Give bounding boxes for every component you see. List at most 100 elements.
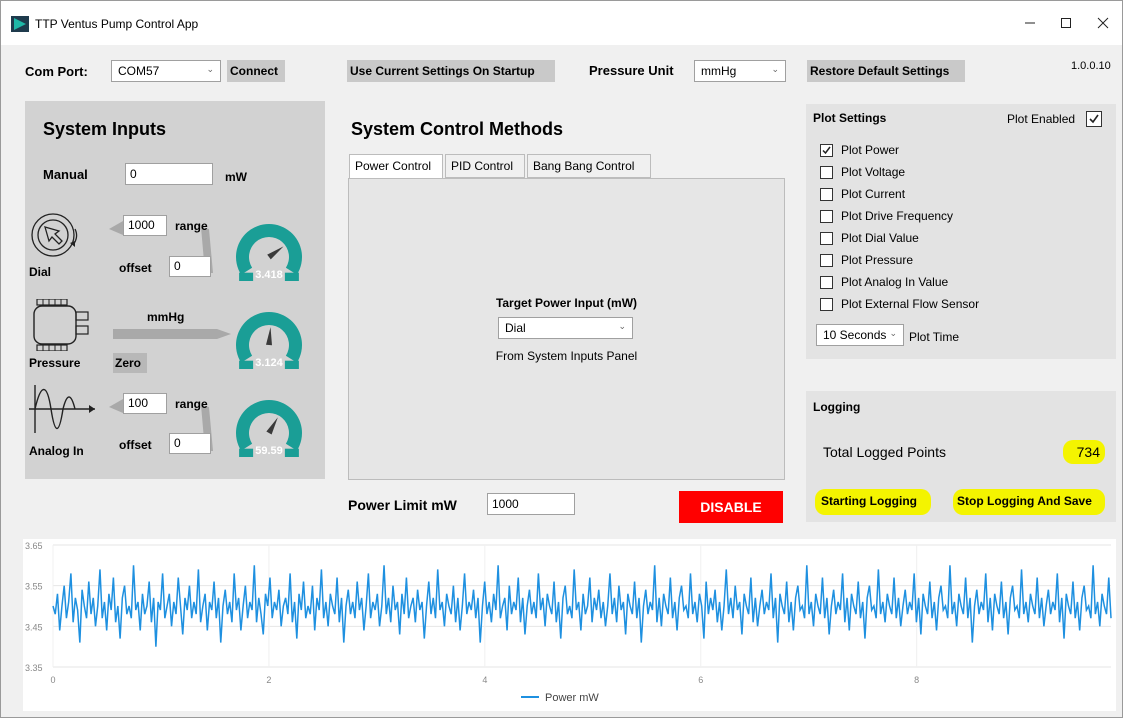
total-logged-value: 734 <box>1063 440 1105 464</box>
y-tick-label: 3.45 <box>25 622 43 632</box>
restore-default-settings-button[interactable]: Restore Default Settings <box>807 60 965 82</box>
y-tick-label: 3.35 <box>25 663 43 673</box>
check-icon <box>1089 114 1099 124</box>
plot-option-checkbox[interactable] <box>820 166 833 179</box>
plot-settings-title: Plot Settings <box>813 111 887 125</box>
connect-button[interactable]: Connect <box>227 60 285 82</box>
window-title: TTP Ventus Pump Control App <box>35 17 199 31</box>
analog-gauge-value: 59.59 <box>255 445 283 457</box>
plot-option-label: Plot Drive Frequency <box>841 209 954 223</box>
power-limit-input[interactable]: 1000 <box>487 493 575 515</box>
plot-option-label: Plot Pressure <box>841 253 914 267</box>
x-tick-label: 6 <box>698 675 703 685</box>
dial-range-input[interactable]: 1000 <box>123 215 167 236</box>
pressure-gauge-value: 3.124 <box>255 357 283 369</box>
dial-label: Dial <box>29 265 52 279</box>
target-source-text: From System Inputs Panel <box>495 349 638 363</box>
pressure-arrow-shape <box>113 329 231 339</box>
dial-range-label: range <box>175 219 208 233</box>
manual-unit-label: mW <box>225 170 247 184</box>
minimize-button[interactable] <box>1015 9 1045 37</box>
plot-option-label: Plot External Flow Sensor <box>841 297 980 311</box>
dial-offset-input[interactable]: 0 <box>169 256 211 277</box>
chevron-down-icon: ⌄ <box>206 64 214 74</box>
plot-option-checkbox[interactable] <box>820 254 833 267</box>
plot-option-label: Plot Power <box>841 143 900 157</box>
plot-enabled-checkbox[interactable] <box>1086 111 1102 127</box>
analog-range-label: range <box>175 397 208 411</box>
pressure-unit-select[interactable]: mmHg ⌄ <box>694 60 786 82</box>
system-control-title: System Control Methods <box>351 119 564 139</box>
plot-option-label: Plot Current <box>841 187 906 201</box>
title-bar: TTP Ventus Pump Control App <box>1 1 1122 45</box>
x-tick-label: 8 <box>914 675 919 685</box>
plot-time-value: 10 Seconds <box>823 328 887 342</box>
manual-label: Manual <box>43 167 88 182</box>
maximize-icon <box>1061 18 1071 28</box>
total-logged-label: Total Logged Points <box>823 444 946 460</box>
tab-power-control[interactable]: Power Control <box>349 154 443 179</box>
target-power-label: Target Power Input (mW) <box>495 296 638 310</box>
chevron-down-icon: ⌄ <box>618 321 626 331</box>
analog-offset-input[interactable]: 0 <box>169 433 211 454</box>
tab-pid-control[interactable]: PID Control <box>445 154 525 178</box>
x-tick-label: 2 <box>266 675 271 685</box>
chevron-down-icon: ⌄ <box>771 64 779 74</box>
dial-icon <box>31 213 78 257</box>
plot-option-label: Plot Dial Value <box>841 231 919 245</box>
x-tick-label: 4 <box>482 675 487 685</box>
disable-button[interactable]: DISABLE <box>679 491 783 523</box>
start-logging-button[interactable]: Starting Logging <box>815 489 931 515</box>
use-current-settings-button[interactable]: Use Current Settings On Startup <box>347 60 555 82</box>
y-tick-label: 3.65 <box>25 541 43 551</box>
pressure-sensor-icon <box>33 299 89 351</box>
tab-bang-bang-control[interactable]: Bang Bang Control <box>527 154 651 178</box>
analog-signal-icon <box>29 385 95 433</box>
plot-option-checkbox[interactable] <box>820 232 833 245</box>
chevron-down-icon: ⌄ <box>889 328 897 338</box>
close-icon <box>1097 17 1109 29</box>
pressure-label: Pressure <box>29 356 81 370</box>
gauge-needle <box>266 327 272 346</box>
analog-range-input[interactable]: 100 <box>123 393 167 414</box>
pressure-unit-label: Pressure Unit <box>589 63 674 78</box>
maximize-button[interactable] <box>1051 9 1081 37</box>
version-label: 1.0.0.10 <box>1071 60 1111 72</box>
close-button[interactable] <box>1088 9 1118 37</box>
analog-offset-label: offset <box>119 438 152 452</box>
pressure-unit-display: mmHg <box>147 310 185 324</box>
dial-gauge-value: 3.418 <box>255 269 283 281</box>
plot-option-checkbox[interactable] <box>820 188 833 201</box>
logging-title: Logging <box>813 400 861 414</box>
com-port-select[interactable]: COM57 ⌄ <box>111 60 221 82</box>
x-tick-label: 0 <box>50 675 55 685</box>
plot-option-label: Plot Analog In Value <box>841 275 949 289</box>
target-power-select[interactable]: Dial ⌄ <box>498 317 633 339</box>
plot-option-label: Plot Voltage <box>841 165 906 179</box>
plot-time-select[interactable]: 10 Seconds ⌄ <box>816 324 904 346</box>
power-chart: 3.65 3.55 3.45 3.35 0 2 4 6 8 Power mW <box>23 539 1116 711</box>
plot-option-checkbox[interactable] <box>820 298 833 311</box>
analog-in-label: Analog In <box>29 444 84 458</box>
app-window: TTP Ventus Pump Control App Com Port: CO… <box>0 0 1123 718</box>
app-logo-icon <box>11 16 29 32</box>
plot-option-checkbox[interactable] <box>820 144 833 157</box>
zero-button[interactable]: Zero <box>113 353 147 373</box>
com-port-value: COM57 <box>118 64 160 78</box>
plot-enabled-label: Plot Enabled <box>1007 112 1076 126</box>
plot-option-checkbox[interactable] <box>820 276 833 289</box>
legend-label: Power mW <box>545 692 599 704</box>
pressure-unit-value: mmHg <box>701 64 737 78</box>
target-power-value: Dial <box>505 321 526 335</box>
com-port-label: Com Port: <box>25 64 88 79</box>
system-inputs-title: System Inputs <box>43 119 167 139</box>
plot-time-label: Plot Time <box>909 330 960 344</box>
power-limit-label: Power Limit mW <box>348 497 457 513</box>
plot-option-checkbox[interactable] <box>820 210 833 223</box>
y-tick-label: 3.55 <box>25 582 43 592</box>
stop-logging-button[interactable]: Stop Logging And Save <box>953 489 1105 515</box>
minimize-icon <box>1025 22 1035 24</box>
dial-offset-label: offset <box>119 261 152 275</box>
check-icon <box>822 146 831 155</box>
manual-input[interactable]: 0 <box>125 163 213 185</box>
